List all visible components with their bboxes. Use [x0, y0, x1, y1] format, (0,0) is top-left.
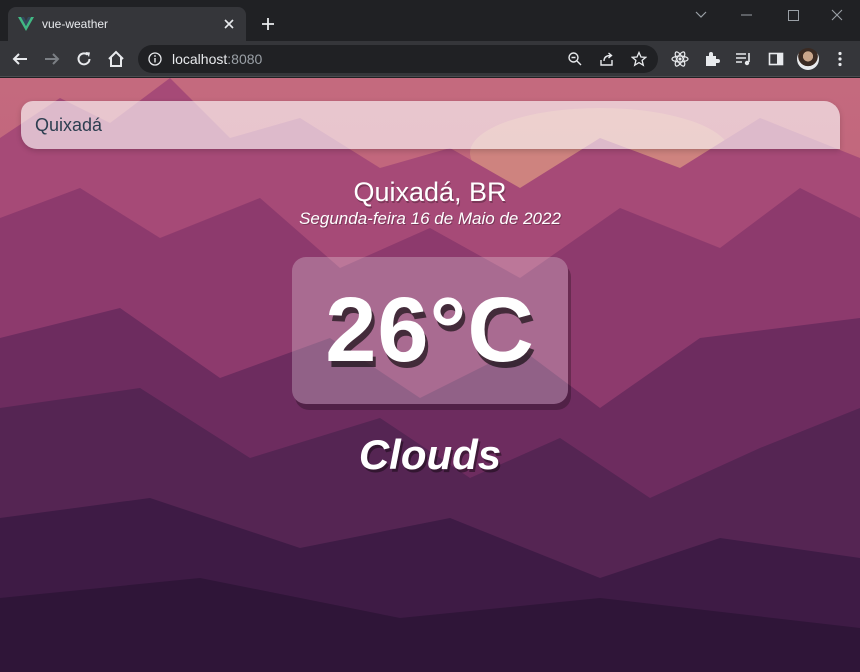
info-icon[interactable] [148, 52, 162, 66]
zoom-icon[interactable] [566, 50, 584, 68]
close-window-icon[interactable] [814, 0, 860, 30]
plus-icon[interactable] [256, 12, 280, 36]
reload-icon[interactable] [71, 46, 97, 72]
back-icon[interactable] [7, 46, 33, 72]
browser-toolbar: localhost:8080 [0, 41, 860, 77]
chevron-down-icon[interactable] [678, 0, 724, 30]
date-label: Segunda-feira 16 de Maio de 2022 [299, 209, 561, 228]
url-port: :8080 [227, 51, 263, 67]
media-icon[interactable] [731, 46, 757, 72]
avatar[interactable] [797, 48, 819, 70]
temperature-value: 26°C [325, 279, 535, 381]
share-icon[interactable] [598, 50, 616, 68]
temperature-box: 26°C [292, 257, 568, 404]
vue-logo-icon [18, 16, 34, 32]
tab-title: vue-weather [42, 17, 109, 31]
menu-icon[interactable] [827, 46, 853, 72]
forward-icon[interactable] [39, 46, 65, 72]
browser-tab[interactable]: vue-weather [8, 7, 246, 41]
maximize-icon[interactable] [770, 0, 816, 30]
url-host: localhost [172, 51, 228, 67]
tab-strip: vue-weather [0, 0, 860, 41]
page-viewport: Quixadá, BR Segunda-feira 16 de Maio de … [0, 78, 860, 672]
react-devtools-icon[interactable] [667, 46, 693, 72]
extensions-icon[interactable] [699, 46, 725, 72]
search-input[interactable] [21, 101, 840, 149]
star-icon[interactable] [630, 50, 648, 68]
minimize-icon[interactable] [724, 0, 770, 30]
home-icon[interactable] [103, 46, 129, 72]
address-bar[interactable]: localhost:8080 [138, 45, 658, 73]
sidepanel-icon[interactable] [763, 46, 789, 72]
close-icon[interactable] [220, 15, 238, 33]
weather-description: Clouds [358, 431, 502, 478]
location-label: Quixadá, BR [353, 177, 507, 207]
